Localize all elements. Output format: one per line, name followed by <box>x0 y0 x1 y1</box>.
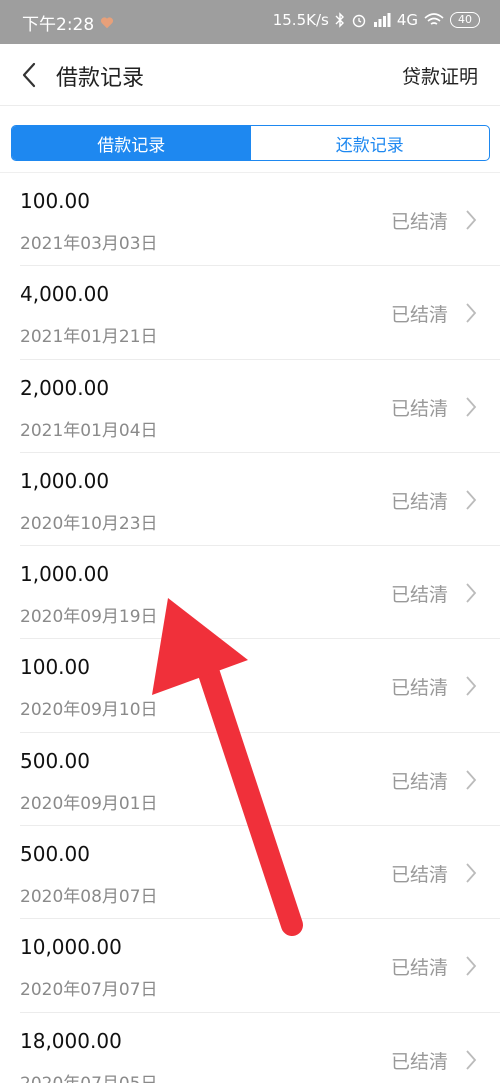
network-type: 4G <box>396 11 418 29</box>
list-item[interactable]: 100.00 2021年03月03日 已结清 <box>0 173 500 267</box>
record-amount: 4,000.00 <box>20 282 110 307</box>
record-date: 2020年09月01日 <box>20 793 158 814</box>
loan-certificate-button[interactable]: 贷款证明 <box>402 62 478 89</box>
status-left: 下午2:28 <box>22 10 114 35</box>
chevron-right-icon <box>466 1050 477 1070</box>
chevron-right-icon <box>466 396 477 417</box>
chevron-right-icon <box>466 490 477 510</box>
record-status: 已结清 <box>390 490 448 513</box>
battery-level: 40 <box>458 13 472 26</box>
record-date: 2020年09月10日 <box>20 700 158 721</box>
list-item[interactable]: 4,000.00 2021年01月21日 已结清 <box>0 266 500 360</box>
record-amount: 18,000.00 <box>20 1028 122 1053</box>
list-item[interactable]: 500.00 2020年09月01日 已结清 <box>0 733 500 827</box>
record-date: 2021年01月21日 <box>20 327 158 348</box>
chevron-right-icon <box>466 863 477 883</box>
record-date: 2020年10月23日 <box>20 513 158 534</box>
bluetooth-icon <box>335 12 344 28</box>
record-date: 2020年09月19日 <box>20 607 158 628</box>
heart-icon <box>101 16 114 28</box>
chevron-right-icon <box>466 303 477 323</box>
record-tabs: 借款记录 还款记录 <box>11 125 490 161</box>
list-item[interactable]: 1,000.00 2020年09月19日 已结清 <box>0 546 500 640</box>
record-status: 已结清 <box>390 957 448 980</box>
record-status: 已结清 <box>390 211 448 233</box>
chevron-right-icon <box>466 770 477 790</box>
chevron-right-icon <box>466 956 477 976</box>
list-item[interactable]: 2,000.00 2021年01月04日 已结清 <box>0 360 500 454</box>
list-item[interactable]: 100.00 2020年09月10日 已结清 <box>0 639 500 734</box>
tab-borrow-records[interactable]: 借款记录 <box>12 126 251 160</box>
chevron-right-icon <box>466 583 477 603</box>
chevron-right-icon <box>466 210 477 230</box>
record-amount: 1,000.00 <box>20 562 110 587</box>
record-list: 100.00 2021年03月03日 已结清 4,000.00 2021年01月… <box>0 173 500 1083</box>
back-button[interactable] <box>14 58 44 92</box>
chevron-left-icon <box>22 62 36 88</box>
record-date: 2020年07月05日 <box>20 1069 158 1083</box>
record-amount: 10,000.00 <box>20 935 122 960</box>
signal-icon <box>373 13 391 27</box>
record-status: 已结清 <box>390 864 448 887</box>
page-title: 借款记录 <box>56 66 145 91</box>
list-item[interactable]: 500.00 2020年08月07日 已结清 <box>0 826 500 920</box>
record-date: 2021年03月03日 <box>20 234 158 254</box>
record-status: 已结清 <box>390 304 448 327</box>
record-amount: 500.00 <box>20 842 90 867</box>
alarm-icon <box>352 14 366 28</box>
record-status: 已结清 <box>390 397 448 420</box>
record-date: 2020年08月07日 <box>20 887 158 908</box>
record-status: 已结清 <box>390 584 448 607</box>
net-speed: 15.5K/s <box>272 11 329 29</box>
status-right: 15.5K/s 4G 40 <box>273 11 480 29</box>
tab-repay-records[interactable]: 还款记录 <box>251 126 490 160</box>
list-item[interactable]: 10,000.00 2020年07月07日 已结清 <box>0 919 500 1013</box>
record-status: 已结清 <box>390 677 448 700</box>
record-amount: 1,000.00 <box>20 468 110 493</box>
chevron-right-icon <box>466 676 477 697</box>
record-amount: 100.00 <box>20 655 90 680</box>
record-date: 2021年01月04日 <box>20 420 158 441</box>
status-time: 下午2:28 <box>22 15 95 35</box>
record-amount: 100.00 <box>20 189 90 213</box>
record-status: 已结清 <box>390 770 448 793</box>
list-item[interactable]: 18,000.00 2020年07月05日 已结清 <box>0 1013 500 1083</box>
wifi-icon <box>424 13 444 25</box>
record-status: 已结清 <box>390 1050 448 1073</box>
nav-bar: 借款记录 贷款证明 <box>0 44 500 106</box>
list-item[interactable]: 1,000.00 2020年10月23日 已结清 <box>0 453 500 547</box>
record-amount: 500.00 <box>20 748 90 773</box>
record-amount: 2,000.00 <box>20 375 110 400</box>
status-bar: 下午2:28 15.5K/s 4G 40 <box>0 0 500 44</box>
battery-icon: 40 <box>450 12 480 28</box>
record-date: 2020年07月07日 <box>20 980 158 1001</box>
